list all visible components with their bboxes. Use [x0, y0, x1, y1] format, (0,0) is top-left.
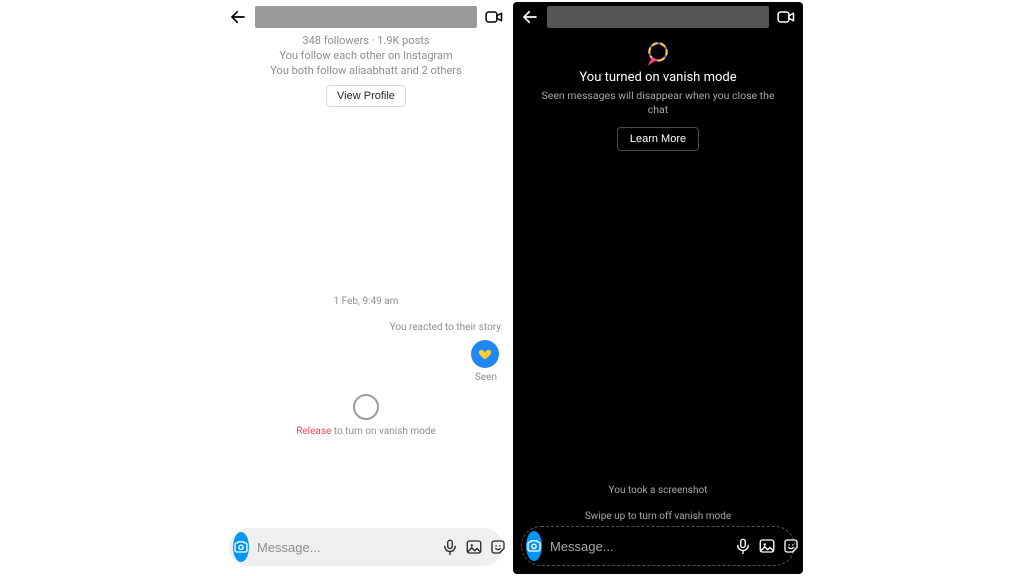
- screenshot-notice: You took a screenshot: [513, 485, 803, 496]
- vanish-subtitle: Seen messages will disappear when you cl…: [531, 89, 785, 117]
- microphone-icon: [441, 538, 459, 556]
- message-input[interactable]: [255, 539, 435, 556]
- dashed-chat-icon: [645, 40, 671, 66]
- message-input[interactable]: [548, 538, 728, 555]
- chat-screen-light: 348 followers · 1.9K posts You follow ea…: [221, 2, 511, 574]
- voice-button[interactable]: [441, 536, 459, 558]
- arrow-left-icon: [521, 8, 539, 26]
- camera-icon: [233, 539, 249, 555]
- video-call-button[interactable]: [483, 6, 505, 28]
- camera-icon: [526, 538, 542, 554]
- camera-button[interactable]: [233, 532, 249, 562]
- sticker-button[interactable]: [489, 536, 507, 558]
- gallery-button[interactable]: [758, 535, 776, 557]
- reacted-label: You reacted to their story: [390, 322, 501, 333]
- arrow-left-icon: [229, 8, 247, 26]
- message-composer: [229, 528, 503, 566]
- microphone-icon: [734, 537, 752, 555]
- chat-header: [221, 2, 511, 32]
- sticker-button[interactable]: [782, 535, 800, 557]
- chat-title-redacted: [547, 6, 769, 28]
- release-hint-highlight: Release: [296, 426, 331, 437]
- vanish-pull-indicator: [353, 394, 379, 420]
- image-icon: [465, 538, 483, 556]
- profile-relation-1: You follow each other on Instagram: [229, 49, 503, 64]
- video-icon: [776, 7, 796, 27]
- back-button[interactable]: [227, 6, 249, 28]
- release-hint-rest: to turn on vanish mode: [331, 426, 435, 437]
- message-timestamp: 1 Feb, 9:49 am: [221, 296, 511, 307]
- video-icon: [484, 7, 504, 27]
- chat-header: [513, 2, 803, 32]
- release-hint: Release to turn on vanish mode: [221, 426, 511, 437]
- voice-button[interactable]: [734, 535, 752, 557]
- profile-info: 348 followers · 1.9K posts You follow ea…: [221, 32, 511, 79]
- message-composer: [521, 526, 795, 566]
- profile-stats: 348 followers · 1.9K posts: [229, 34, 503, 49]
- vanish-title: You turned on vanish mode: [513, 70, 803, 85]
- story-reaction-bubble[interactable]: [471, 340, 499, 368]
- vanish-mode-icon: [645, 40, 671, 66]
- sticker-icon: [782, 537, 800, 555]
- profile-relation-2: You both follow aliaabhatt and 2 others: [229, 64, 503, 79]
- chat-body: 348 followers · 1.9K posts You follow ea…: [221, 32, 511, 574]
- chat-title-redacted: [255, 6, 477, 28]
- sticker-icon: [489, 538, 507, 556]
- swipe-hint: Swipe up to turn off vanish mode: [513, 511, 803, 522]
- camera-button[interactable]: [526, 531, 542, 561]
- heart-icon: [478, 347, 492, 361]
- image-icon: [758, 537, 776, 555]
- view-profile-button[interactable]: View Profile: [326, 85, 406, 107]
- learn-more-button[interactable]: Learn More: [617, 127, 699, 151]
- seen-label: Seen: [475, 372, 497, 383]
- back-button[interactable]: [519, 6, 541, 28]
- chat-body: You turned on vanish mode Seen messages …: [513, 32, 803, 574]
- chat-screen-vanish: You turned on vanish mode Seen messages …: [513, 2, 803, 574]
- gallery-button[interactable]: [465, 536, 483, 558]
- video-call-button[interactable]: [775, 6, 797, 28]
